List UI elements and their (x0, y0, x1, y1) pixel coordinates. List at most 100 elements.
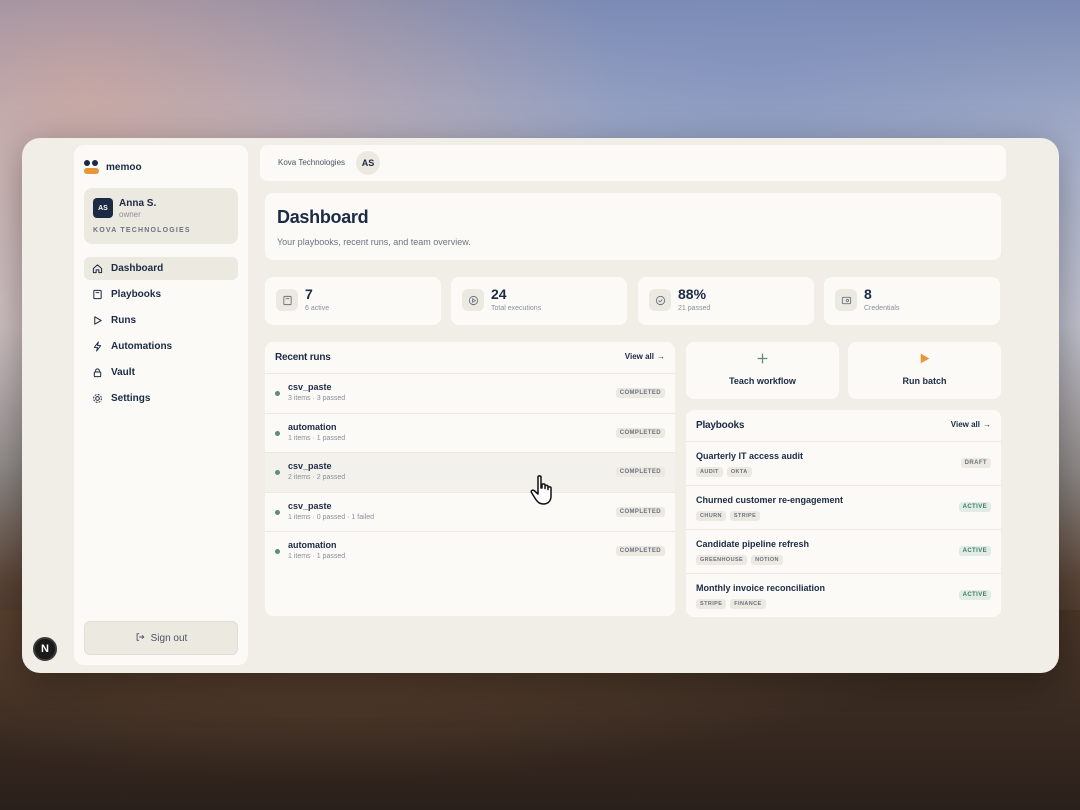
arrow-right-icon: → (983, 420, 991, 429)
org-name: Kova Technologies (278, 158, 346, 167)
status-dot (275, 549, 280, 554)
stat-card-executions[interactable]: 24 Total executions (451, 277, 627, 325)
stat-card-playbooks[interactable]: 7 6 active (265, 277, 441, 325)
stat-label: 21 passed (678, 305, 711, 312)
check-circle-icon (649, 289, 671, 311)
book-icon (276, 289, 298, 311)
logo-icon (84, 160, 100, 174)
table-row[interactable]: automation 1 items · 1 passed COMPLETED (265, 531, 675, 571)
run-batch-button[interactable]: Run batch (848, 342, 1001, 399)
sign-out-icon (135, 632, 145, 645)
table-row[interactable]: automation 1 items · 1 passed COMPLETED (265, 412, 675, 453)
run-meta: 1 items · 1 passed (288, 434, 346, 442)
playbooks-view-all-link[interactable]: View all → (951, 420, 991, 429)
run-name: csv_paste (288, 461, 332, 471)
status-badge: COMPLETED (615, 467, 665, 477)
table-row[interactable]: csv_paste 1 items · 0 passed · 1 failed … (265, 491, 675, 532)
sidebar-item-runs[interactable]: Runs (84, 309, 238, 332)
status-badge: COMPLETED (615, 546, 665, 556)
book-icon (92, 289, 103, 300)
tag: STRIPE (729, 511, 761, 521)
recent-runs-card: Recent runs View all → csv_paste 3 items… (265, 342, 675, 616)
sidebar-item-label: Runs (111, 315, 136, 326)
status-badge: COMPLETED (615, 388, 665, 398)
sidebar-item-label: Dashboard (111, 263, 164, 274)
list-item[interactable]: Monthly invoice reconciliation STRIPE FI… (686, 573, 1001, 617)
sidebar-item-label: Settings (111, 393, 151, 404)
avatar: AS (93, 198, 113, 218)
sidebar-nav: Dashboard Playbooks Runs Automations Vau… (84, 257, 238, 413)
play-icon (848, 352, 1001, 365)
lock-icon (92, 367, 103, 378)
tag: STRIPE (696, 599, 727, 609)
page-title: Dashboard (277, 207, 369, 227)
status-dot (275, 430, 280, 436)
play-icon (92, 315, 103, 326)
stat-card-credentials[interactable]: 8 Credentials (824, 277, 1000, 325)
gear-icon (92, 393, 103, 404)
status-badge: COMPLETED (615, 427, 665, 438)
stat-value: 7 (305, 286, 313, 302)
list-item[interactable]: Candidate pipeline refresh GREENHOUSE NO… (686, 529, 1001, 573)
help-button[interactable]: N (33, 637, 57, 661)
tag: AUDIT (696, 467, 723, 477)
tag: CHURN (696, 511, 726, 521)
page-header: Dashboard Your playbooks, recent runs, a… (265, 193, 1001, 260)
user-card[interactable]: AS Anna S. owner KOVA TECHNOLOGIES (84, 188, 238, 244)
topbar: Kova Technologies AS (260, 145, 1006, 181)
stat-label: Credentials (864, 305, 900, 312)
recent-runs-view-all-link[interactable]: View all → (625, 352, 665, 361)
recent-runs-title: Recent runs (275, 352, 331, 363)
hand-cursor-icon (528, 474, 558, 508)
app-window: memoo AS Anna S. owner KOVA TECHNOLOGIES… (22, 138, 1059, 673)
status-badge: ACTIVE (958, 502, 991, 512)
tag: NOTION (751, 555, 783, 565)
sidebar-item-dashboard[interactable]: Dashboard (84, 257, 238, 280)
user-org: KOVA TECHNOLOGIES (93, 227, 191, 234)
brand-name: memoo (106, 161, 142, 173)
sidebar-item-label: Playbooks (111, 289, 162, 300)
table-row[interactable]: csv_paste 3 items · 3 passed COMPLETED (265, 373, 675, 413)
arrow-right-icon: → (657, 352, 665, 361)
sidebar-item-settings[interactable]: Settings (84, 387, 238, 410)
sidebar-item-label: Vault (111, 367, 135, 378)
stat-value: 8 (864, 286, 872, 302)
user-avatar[interactable]: AS (356, 151, 380, 175)
sidebar-item-playbooks[interactable]: Playbooks (84, 283, 238, 306)
status-badge: ACTIVE (958, 590, 991, 600)
run-name: csv_paste (288, 382, 332, 392)
list-item[interactable]: Quarterly IT access audit AUDIT OKTA DRA… (686, 441, 1001, 485)
sign-out-button[interactable]: Sign out (84, 621, 238, 655)
lightning-icon (92, 341, 103, 352)
run-name: csv_paste (288, 500, 332, 511)
sidebar: memoo AS Anna S. owner KOVA TECHNOLOGIES… (74, 145, 248, 665)
teach-workflow-label: Teach workflow (729, 376, 796, 386)
sidebar-item-automations[interactable]: Automations (84, 335, 238, 358)
playbook-name: Quarterly IT access audit (696, 451, 804, 461)
teach-workflow-button[interactable]: Teach workflow (686, 342, 839, 399)
page-subtitle: Your playbooks, recent runs, and team ov… (277, 237, 471, 247)
tag: OKTA (726, 467, 752, 477)
run-meta: 3 items · 3 passed (288, 395, 346, 402)
sidebar-item-vault[interactable]: Vault (84, 361, 238, 384)
status-dot (275, 391, 280, 396)
run-batch-label: Run batch (902, 376, 947, 386)
stat-value: 88% (678, 286, 707, 302)
status-dot (275, 470, 280, 475)
tag: FINANCE (730, 599, 766, 609)
brand-logo[interactable]: memoo (84, 160, 142, 174)
stat-value: 24 (491, 286, 507, 302)
table-row[interactable]: csv_paste 2 items · 2 passed COMPLETED (265, 452, 675, 492)
tag-list: STRIPE FINANCE (696, 599, 766, 609)
sign-out-label: Sign out (150, 632, 188, 644)
recent-runs-list: csv_paste 3 items · 3 passed COMPLETED a… (265, 373, 675, 571)
stat-card-pass-rate[interactable]: 88% 21 passed (638, 277, 814, 325)
status-badge: COMPLETED (615, 506, 665, 517)
tag: GREENHOUSE (696, 555, 748, 565)
list-item[interactable]: Churned customer re-engagement CHURN STR… (686, 485, 1001, 529)
run-meta: 1 items · 1 passed (288, 553, 346, 560)
tag-list: AUDIT OKTA (696, 467, 752, 477)
view-all-label: View all (950, 420, 980, 429)
playbooks-list: Quarterly IT access audit AUDIT OKTA DRA… (686, 441, 1001, 617)
playbooks-card: Playbooks View all → Quarterly IT access… (686, 410, 1001, 617)
